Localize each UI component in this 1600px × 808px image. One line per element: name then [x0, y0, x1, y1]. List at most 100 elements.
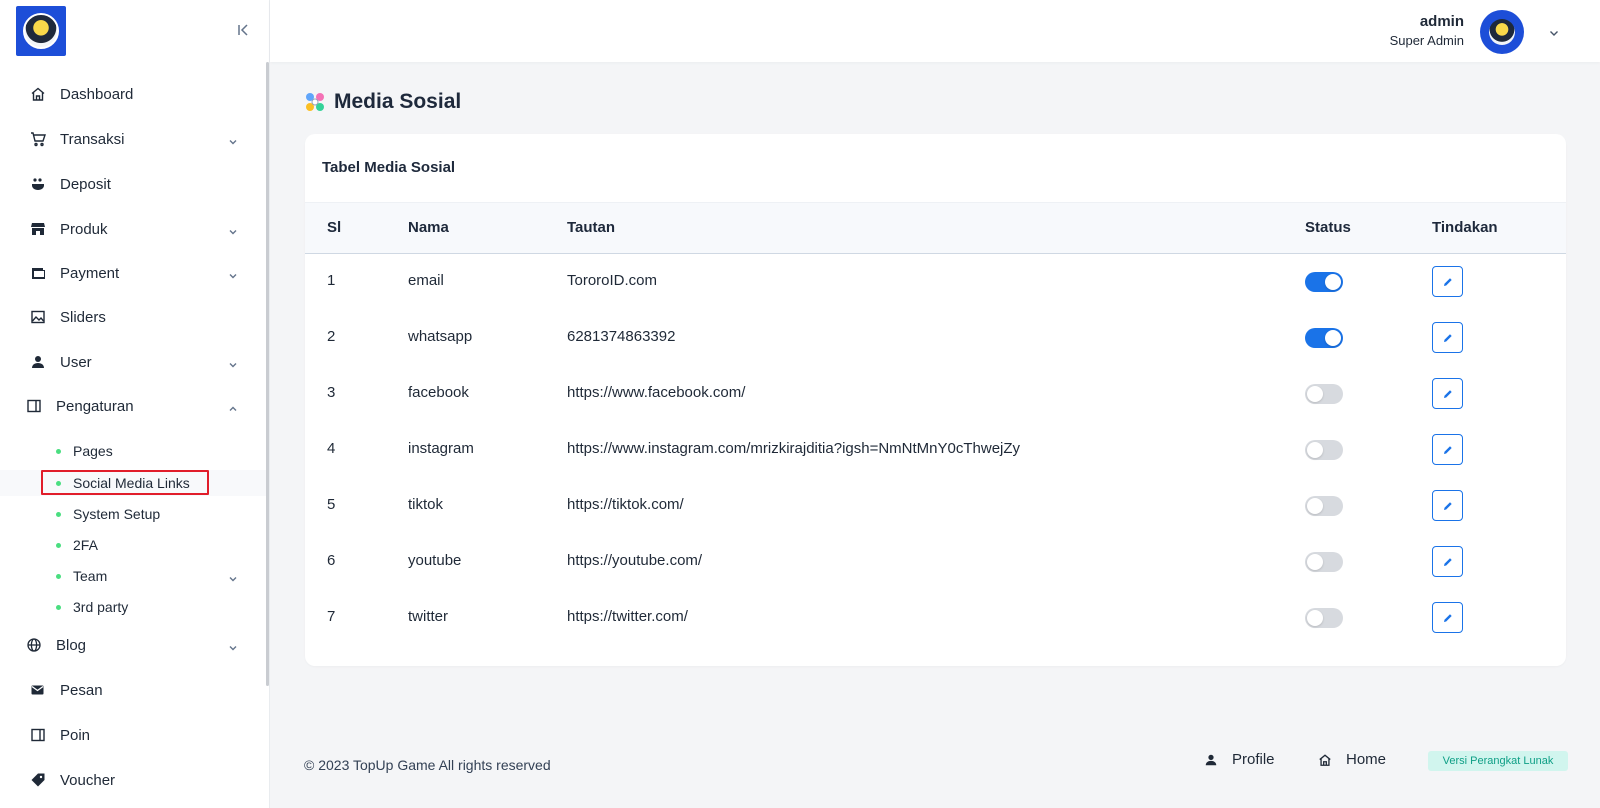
- sidebar-item-user[interactable]: User: [0, 343, 266, 381]
- copyright-text: © 2023 TopUp Game All rights reserved: [304, 757, 551, 773]
- sidebar-item-dashboard[interactable]: Dashboard: [0, 75, 266, 113]
- sidebar-item-deposit[interactable]: Deposit: [0, 165, 266, 203]
- bullet-dot: [56, 542, 61, 548]
- edit-button[interactable]: [1432, 490, 1463, 521]
- sidebar-item-voucher[interactable]: Voucher: [0, 761, 266, 799]
- cell-nama: whatsapp: [408, 328, 473, 345]
- sidebar-subitem-label: 2FA: [73, 537, 98, 553]
- version-badge: Versi Perangkat Lunak: [1428, 751, 1568, 771]
- cell-tautan: https://twitter.com/: [567, 608, 688, 625]
- pencil-icon: [1442, 500, 1454, 512]
- page-title: Media Sosial: [334, 90, 462, 113]
- sidebar-item-label: Blog: [56, 636, 87, 654]
- sidebar-subitem-2fa[interactable]: 2FA: [0, 532, 266, 558]
- sidebar-item-blog[interactable]: Blog: [0, 626, 266, 664]
- chevron-down-icon[interactable]: [1548, 26, 1560, 38]
- table-row: 4 instagram https://www.instagram.com/mriz…: [305, 422, 1566, 478]
- sidebar-item-label: Voucher: [60, 771, 116, 789]
- sidebar-item-label: Dashboard: [60, 85, 134, 103]
- sidebar-item-label: User: [60, 353, 92, 371]
- bullet-dot: [56, 573, 61, 579]
- sidebar-subitem-pages[interactable]: Pages: [0, 438, 266, 464]
- avatar[interactable]: [1480, 10, 1524, 54]
- sidebar-item-payment[interactable]: Payment: [0, 254, 266, 292]
- sidebar-item-label: Sliders: [60, 308, 106, 326]
- toggle-knob: [1307, 554, 1323, 570]
- cell-nama: email: [408, 272, 444, 289]
- top-header: [270, 0, 1600, 62]
- cell-nama: twitter: [408, 608, 449, 625]
- footer-profile-link[interactable]: Profile: [1204, 751, 1275, 768]
- cell-nama: instagram: [408, 440, 474, 457]
- sidebar-item-label: Pengaturan: [56, 397, 134, 415]
- sidebar-item-poin[interactable]: Poin: [0, 716, 266, 754]
- column-header-status: Status: [1305, 219, 1351, 236]
- sidebar-subitem-label: Team: [73, 568, 108, 584]
- status-toggle[interactable]: [1305, 496, 1343, 516]
- cell-sl: 4: [327, 440, 336, 457]
- status-toggle[interactable]: [1305, 552, 1343, 572]
- table-row: 5 tiktok https://tiktok.com/: [305, 478, 1566, 534]
- sidebar-scrollbar[interactable]: [266, 62, 269, 686]
- user-icon: [30, 354, 46, 370]
- cell-nama: facebook: [408, 384, 469, 401]
- image-icon: [30, 309, 46, 325]
- cell-tautan: https://youtube.com/: [567, 552, 703, 569]
- toggle-knob: [1325, 330, 1341, 346]
- toggle-knob: [1307, 610, 1323, 626]
- chevron-down-icon: [228, 571, 238, 582]
- status-toggle[interactable]: [1305, 384, 1343, 404]
- table-row: 6 youtube https://youtube.com/: [305, 534, 1566, 590]
- sidebar-item-label: Pesan: [60, 681, 103, 699]
- edit-button[interactable]: [1432, 602, 1463, 633]
- edit-button[interactable]: [1432, 378, 1463, 409]
- settings-panel-icon: [26, 398, 42, 414]
- sidebar-item-pengaturan[interactable]: Pengaturan: [0, 387, 266, 425]
- user-icon: [1204, 753, 1218, 767]
- brand-logo[interactable]: [16, 6, 66, 56]
- cell-sl: 2: [327, 328, 336, 345]
- status-toggle[interactable]: [1305, 272, 1343, 292]
- sidebar-subitem-system-setup[interactable]: System Setup: [0, 501, 266, 527]
- cell-nama: youtube: [408, 552, 462, 569]
- chevron-down-icon: [228, 268, 238, 279]
- table-header: Sl Nama Tautan Status Tindakan: [305, 202, 1566, 254]
- status-toggle[interactable]: [1305, 440, 1343, 460]
- edit-button[interactable]: [1432, 322, 1463, 353]
- table-row: 2 whatsapp 6281374863392: [305, 310, 1566, 366]
- pencil-icon: [1442, 556, 1454, 568]
- highlight-annotation: [41, 470, 209, 495]
- sidebar-item-label: Poin: [60, 726, 91, 744]
- mail-icon: [30, 682, 46, 698]
- bullet-dot: [56, 448, 61, 454]
- sidebar-subitem-team[interactable]: Team: [0, 563, 266, 589]
- sidebar-subitem-3rd-party[interactable]: 3rd party: [0, 594, 266, 620]
- sidebar-item-label: Produk: [60, 220, 108, 238]
- cell-sl: 6: [327, 552, 336, 569]
- edit-button[interactable]: [1432, 266, 1463, 297]
- bullet-dot: [56, 511, 61, 517]
- toggle-knob: [1325, 274, 1341, 290]
- edit-button[interactable]: [1432, 546, 1463, 577]
- status-toggle[interactable]: [1305, 328, 1343, 348]
- cell-sl: 1: [327, 272, 336, 289]
- sidebar-item-label: Transaksi: [60, 130, 125, 148]
- footer-home-link[interactable]: Home: [1318, 751, 1386, 768]
- cell-tautan: https://www.facebook.com/: [567, 384, 746, 401]
- sidebar-item-sliders[interactable]: Sliders: [0, 298, 266, 336]
- chevron-down-icon: [228, 357, 238, 368]
- sidebar-item-label: Payment: [60, 264, 120, 282]
- panel-icon: [30, 727, 46, 743]
- sidebar-item-produk[interactable]: Produk: [0, 210, 266, 248]
- edit-button[interactable]: [1432, 434, 1463, 465]
- sidebar-item-transaksi[interactable]: Transaksi: [0, 120, 266, 158]
- toggle-knob: [1307, 386, 1323, 402]
- pencil-icon: [1442, 332, 1454, 344]
- user-role: Super Admin: [1389, 33, 1464, 48]
- table-row: 3 facebook https://www.facebook.com/: [305, 366, 1566, 422]
- sidebar-item-pesan[interactable]: Pesan: [0, 671, 266, 709]
- collapse-sidebar-icon[interactable]: [236, 22, 252, 38]
- status-toggle[interactable]: [1305, 608, 1343, 628]
- cell-tautan: 6281374863392: [567, 328, 676, 345]
- footer-profile-label: Profile: [1232, 751, 1275, 768]
